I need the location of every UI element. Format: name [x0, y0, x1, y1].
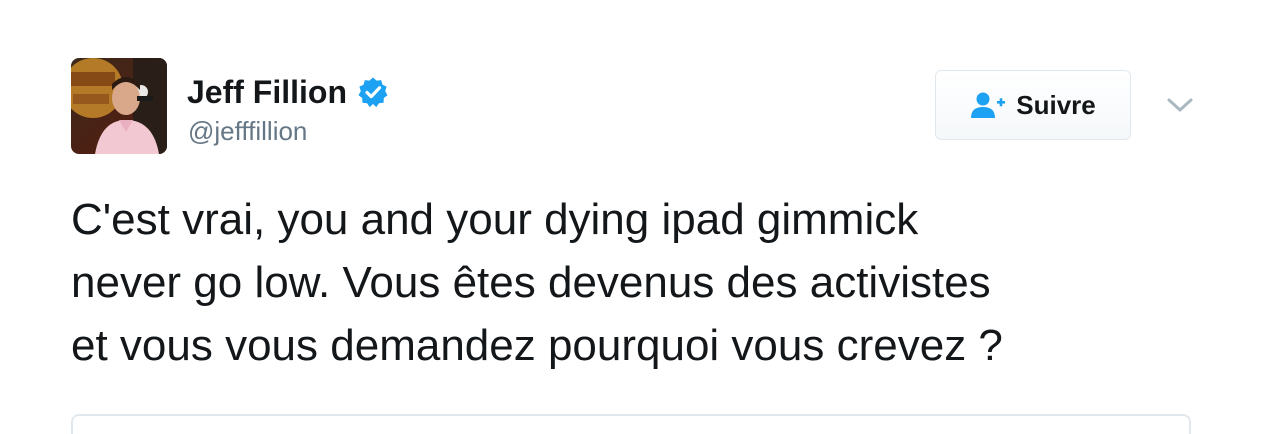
author-handle[interactable]: @jefffillion — [188, 116, 307, 147]
tweet-card: Jeff Fillion @jefffillion Suivre C'est v… — [0, 0, 1268, 434]
follow-button-label: Suivre — [1016, 89, 1096, 120]
author-name-row: Jeff Fillion — [187, 72, 389, 112]
follow-button[interactable]: Suivre — [935, 70, 1131, 140]
verified-badge-icon — [357, 76, 389, 108]
quoted-card-edge[interactable] — [71, 414, 1191, 434]
add-user-icon — [970, 91, 1006, 119]
tweet-text-line: et vous vous demandez pourquoi vous crev… — [71, 321, 1003, 370]
tweet-text: C'est vrai, you and your dying ipad gimm… — [71, 188, 1211, 377]
avatar[interactable] — [71, 58, 167, 154]
more-options-button[interactable] — [1160, 88, 1200, 122]
author-name[interactable]: Jeff Fillion — [187, 74, 347, 111]
chevron-down-icon — [1167, 98, 1193, 112]
tweet-text-line: C'est vrai, you and your dying ipad gimm… — [71, 195, 919, 244]
avatar-image — [71, 58, 167, 154]
tweet-text-line: never go low. Vous êtes devenus des acti… — [71, 258, 991, 307]
